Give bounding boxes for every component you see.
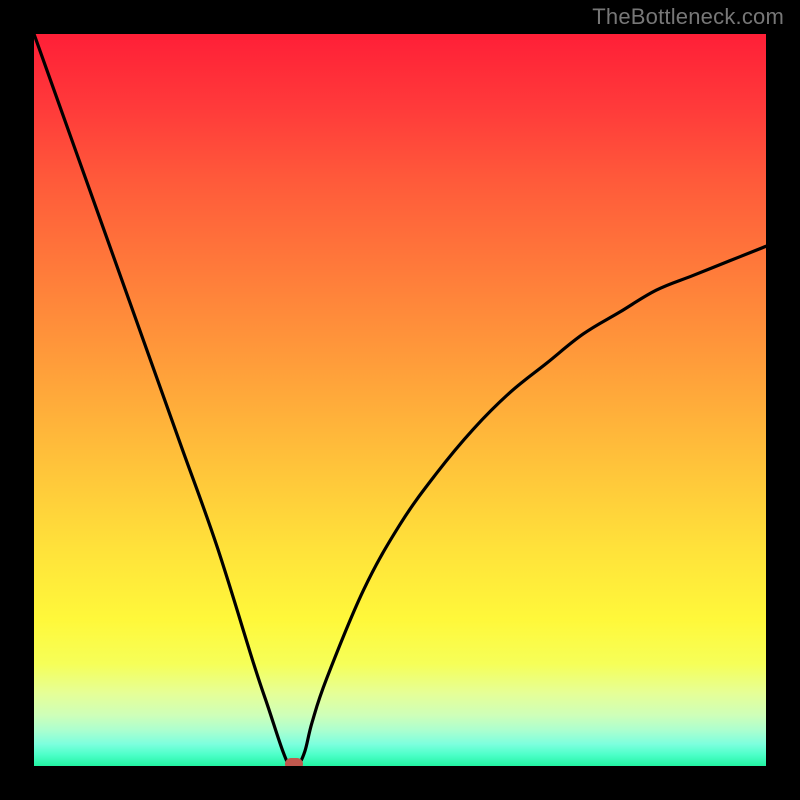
chart-frame: TheBottleneck.com [0, 0, 800, 800]
curve-svg [34, 34, 766, 766]
watermark-text: TheBottleneck.com [592, 4, 784, 30]
optimal-point-marker [285, 758, 303, 766]
bottleneck-curve [34, 34, 766, 766]
plot-area [34, 34, 766, 766]
